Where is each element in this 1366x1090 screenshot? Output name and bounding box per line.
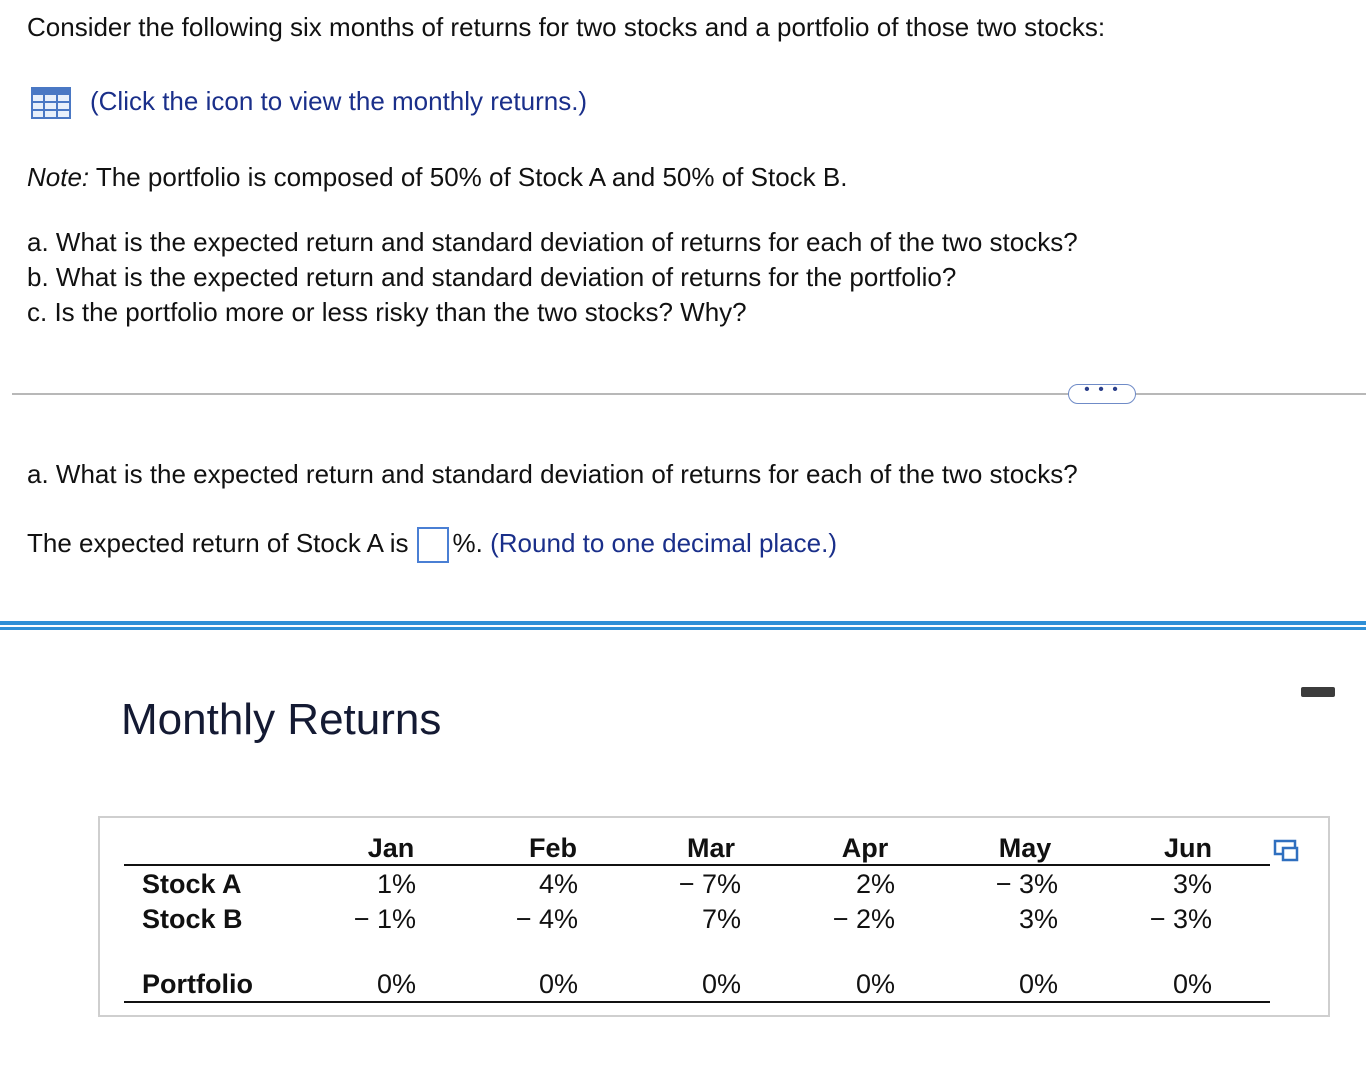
table-cell: 3%: [1018, 904, 1058, 934]
question-intro: Consider the following six months of ret…: [27, 12, 1106, 42]
table-cell: 0%: [1018, 969, 1058, 999]
note-text: The portfolio is composed of 50% of Stoc…: [89, 162, 848, 192]
question-part-b: b. What is the expected return and stand…: [27, 262, 957, 292]
table-cell: − 7%: [678, 869, 741, 899]
question-part-a: a. What is the expected return and stand…: [27, 227, 1078, 257]
note-line: Note: The portfolio is composed of 50% o…: [27, 162, 847, 192]
table-cell: − 1%: [353, 904, 416, 934]
table-cell: 1%: [376, 869, 416, 899]
table-cell: 0%: [538, 969, 578, 999]
column-header-apr: Apr: [841, 833, 889, 863]
table-cell: 3%: [1172, 869, 1212, 899]
copy-icon[interactable]: [1273, 838, 1301, 864]
column-header-may: May: [998, 833, 1052, 863]
answer-suffix: %.: [452, 527, 483, 558]
popup-title: Monthly Returns: [121, 695, 442, 744]
question-part-c: c. Is the portfolio more or less risky t…: [27, 297, 747, 327]
more-options-button[interactable]: • • •: [1068, 382, 1136, 404]
answer-prefix: The expected return of Stock A is: [27, 527, 409, 558]
row-label-stock-a: Stock A: [142, 869, 242, 899]
column-header-jan: Jan: [367, 833, 415, 863]
column-header-feb: Feb: [528, 833, 577, 863]
table-cell: − 4%: [515, 904, 578, 934]
column-header-mar: Mar: [686, 833, 735, 863]
row-label-stock-b: Stock B: [142, 904, 243, 934]
table-bottom-rule: [124, 1001, 1270, 1003]
popup-divider: [0, 621, 1366, 631]
table-cell: − 3%: [1149, 904, 1212, 934]
table-cell: 0%: [855, 969, 895, 999]
table-cell: − 3%: [995, 869, 1058, 899]
expected-return-input[interactable]: [416, 527, 449, 563]
section-divider: [12, 393, 1366, 395]
table-cell: 0%: [376, 969, 416, 999]
table-cell: 0%: [1172, 969, 1212, 999]
table-cell: 0%: [701, 969, 741, 999]
table-grid-icon[interactable]: [31, 87, 71, 119]
table-cell: 2%: [855, 869, 895, 899]
rounding-hint: (Round to one decimal place.): [490, 527, 837, 558]
note-label: Note:: [27, 162, 90, 192]
answer-line: The expected return of Stock A is%. (Rou…: [27, 527, 837, 563]
table-cell: 4%: [538, 869, 578, 899]
row-label-portfolio: Portfolio: [142, 969, 253, 999]
answer-heading: a. What is the expected return and stand…: [27, 459, 1078, 489]
view-returns-link[interactable]: (Click the icon to view the monthly retu…: [90, 86, 587, 116]
table-cell: − 2%: [832, 904, 895, 934]
column-header-jun: Jun: [1163, 833, 1212, 863]
table-cell: 7%: [701, 904, 741, 934]
table-header-rule: [124, 864, 1270, 866]
minimize-icon[interactable]: [1301, 687, 1335, 697]
